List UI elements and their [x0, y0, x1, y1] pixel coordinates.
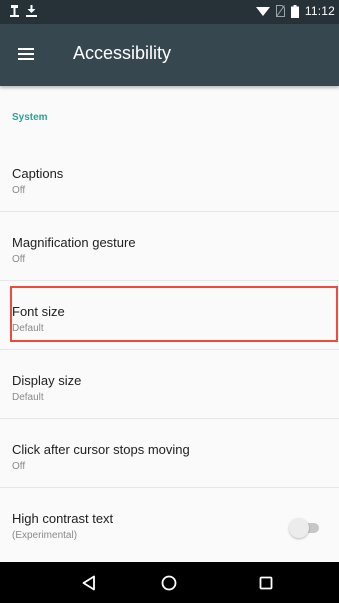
hamburger-menu-icon[interactable] [12, 40, 40, 68]
status-time: 11:12 [304, 4, 335, 18]
battery-icon [290, 4, 299, 18]
pref-title: Captions [12, 166, 64, 181]
pref-item-display-size[interactable]: Display size Default [0, 350, 339, 419]
nav-bar [0, 562, 339, 603]
status-left-icons [10, 5, 37, 17]
app-bar: Accessibility [0, 24, 339, 86]
status-right-icons: 11:12 [255, 4, 335, 18]
pref-summary: (Experimental) [12, 530, 78, 541]
pref-title: Font size [12, 304, 65, 319]
wifi-icon [255, 6, 270, 17]
usb-icon [10, 5, 19, 17]
toggle-thumb [289, 518, 309, 538]
pref-item-font-size[interactable]: Font size Default [0, 281, 339, 350]
pref-title: Magnification gesture [12, 235, 136, 250]
pref-summary: Default [12, 323, 44, 334]
pref-summary: Off [12, 254, 26, 265]
page-title: Accessibility [73, 43, 172, 63]
pref-title: Click after cursor stops moving [12, 442, 190, 457]
recents-icon[interactable] [253, 570, 279, 596]
pref-summary: Off [12, 461, 26, 472]
pref-summary: Default [12, 392, 44, 403]
status-bar: 11:12 [0, 0, 339, 24]
pref-item-click-after-cursor-stops[interactable]: Click after cursor stops moving Off [0, 419, 339, 488]
pref-item-captions[interactable]: Captions Off [0, 143, 339, 212]
home-icon[interactable] [156, 570, 182, 596]
high-contrast-toggle[interactable] [289, 518, 323, 538]
pref-summary: Off [12, 185, 26, 196]
screen: 11:12 Accessibility System Captions Off … [0, 0, 339, 603]
no-sim-icon [275, 5, 285, 17]
back-icon[interactable] [76, 570, 102, 596]
pref-item-high-contrast-text[interactable]: High contrast text (Experimental) [0, 488, 339, 557]
section-header-system: System [12, 112, 48, 123]
pref-title: Display size [12, 373, 82, 388]
pref-item-magnification-gesture[interactable]: Magnification gesture Off [0, 212, 339, 281]
pref-title: High contrast text [12, 511, 114, 526]
download-icon [26, 5, 37, 17]
settings-list: System Captions Off Magnification gestur… [0, 86, 339, 562]
